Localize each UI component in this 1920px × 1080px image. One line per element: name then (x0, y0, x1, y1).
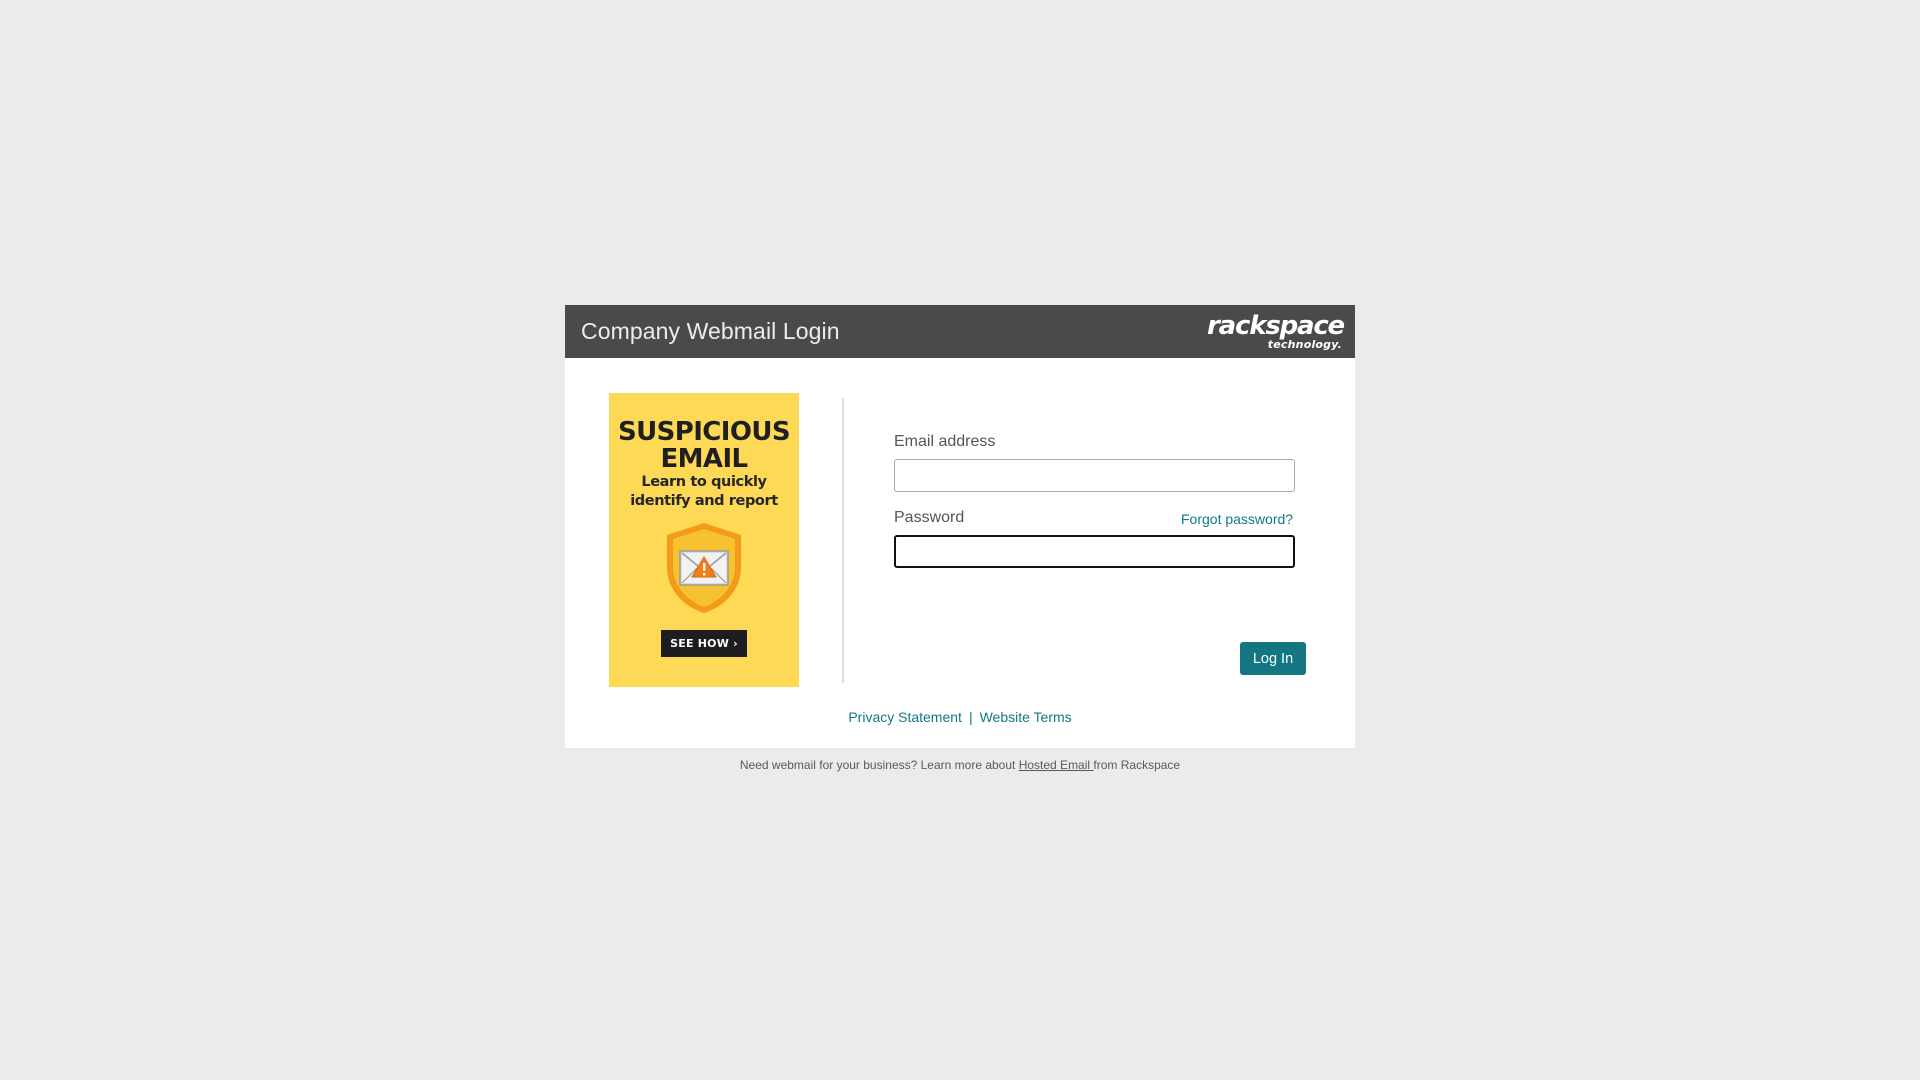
password-label: Password (894, 509, 965, 526)
hosted-email-link[interactable]: Hosted Email (1019, 758, 1094, 772)
footer-text-before: Need webmail for your business? Learn mo… (739, 758, 1019, 772)
promo-subtext: Learn to quickly identify and report (609, 473, 799, 511)
footer-text-after: from Rackspace (1093, 758, 1181, 772)
see-how-button[interactable]: SEE HOW › (661, 630, 747, 657)
password-field[interactable] (894, 535, 1295, 568)
promo-subtext-line2: identify and report (630, 493, 778, 509)
link-separator: | (968, 709, 973, 725)
page-title: Company Webmail Login (581, 318, 840, 344)
login-button[interactable]: Log In (1240, 642, 1306, 675)
promo-headline-line1: SUSPICIOUS (618, 417, 791, 447)
promo-headline: SUSPICIOUS EMAIL (609, 419, 799, 473)
website-terms-link[interactable]: Website Terms (980, 709, 1072, 725)
logo-wordmark: rackspace (1207, 311, 1345, 341)
logo-subtext: technology. (1267, 338, 1342, 351)
rackspace-logo: rackspace technology. (1207, 311, 1345, 353)
forgot-password-link[interactable]: Forgot password? (1181, 511, 1293, 527)
promo-subtext-line1: Learn to quickly (641, 474, 767, 490)
email-field[interactable] (894, 459, 1295, 492)
suspicious-email-promo-banner[interactable]: SUSPICIOUS EMAIL Learn to quickly identi… (609, 393, 799, 687)
privacy-statement-link[interactable]: Privacy Statement (848, 709, 962, 725)
card-header: Company Webmail Login rackspace technolo… (565, 305, 1355, 358)
email-label: Email address (894, 433, 996, 450)
promo-headline-line2: EMAIL (660, 444, 749, 474)
page-footer: Need webmail for your business? Learn mo… (565, 758, 1355, 772)
vertical-divider (842, 398, 844, 683)
legal-links: Privacy Statement | Website Terms (565, 709, 1355, 725)
login-card: Company Webmail Login rackspace technolo… (565, 305, 1355, 748)
shield-envelope-warning-icon (663, 521, 745, 615)
